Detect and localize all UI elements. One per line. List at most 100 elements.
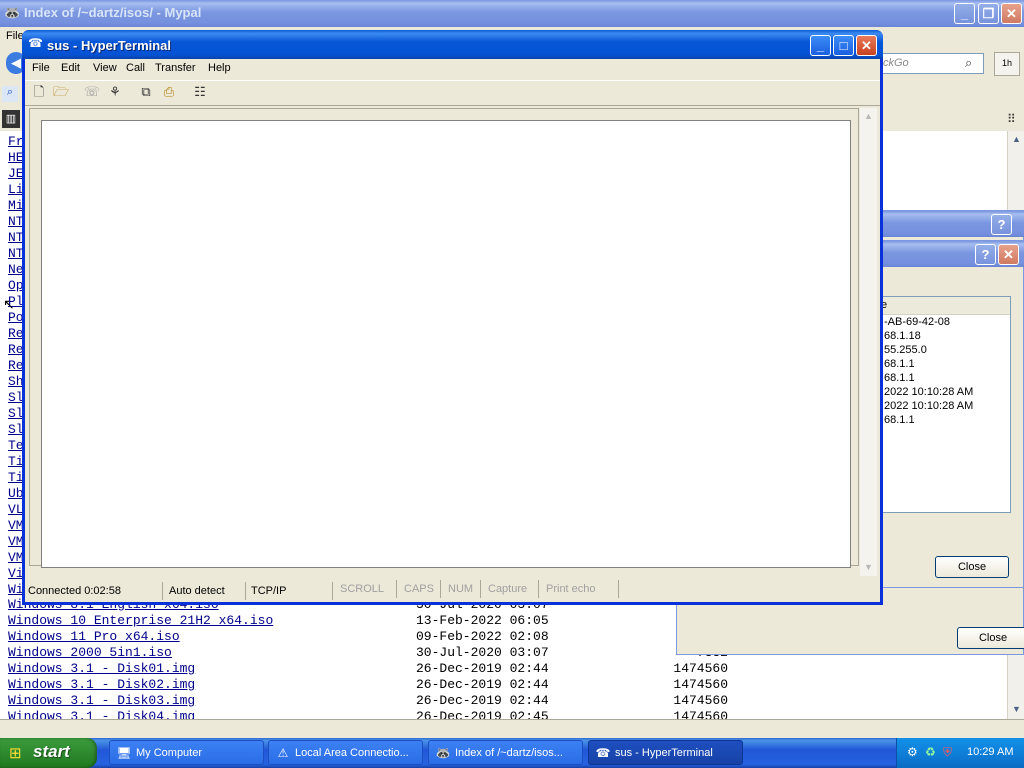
details-value[interactable]: 68.1.18 [884,330,921,342]
browser-statusbar [0,719,1024,739]
details-value[interactable]: 68.1.1 [884,358,915,370]
browser-close-button[interactable]: ✕ [1001,3,1022,24]
hyperterminal-app-icon: ☎ [28,36,43,50]
task-my-computer[interactable]: 🖥 My Computer [109,740,264,765]
menu-help[interactable]: Help [204,59,235,77]
browser-grid-icon[interactable]: ⠿ [1007,112,1016,126]
menu-file[interactable]: File [28,59,54,77]
scroll-up-arrow[interactable]: ▲ [1009,132,1024,147]
details-column-header[interactable]: e [880,297,1010,315]
details-value[interactable]: 68.1.1 [884,414,915,426]
file-date: 30-Jul-2020 03:07 [416,645,549,660]
windows-logo-icon: ⊞ [9,745,22,762]
tray-sync-icon[interactable]: ♻ [925,745,936,759]
details-value[interactable]: 2022 10:10:28 AM [884,386,973,398]
file-link[interactable]: Windows 3.1 - Disk02.img [8,677,195,693]
terminal-scrollbar[interactable]: ▲ ▼ [860,108,877,576]
task-browser-label: Index of /~dartz/isos... [455,747,563,759]
status-close-button[interactable]: Close [957,627,1024,649]
file-date: 26-Dec-2019 02:44 [416,677,549,692]
details-value[interactable]: 55.255.0 [884,344,927,356]
file-link[interactable]: Windows 2000 5in1.iso [8,645,172,661]
browser-maximize-button[interactable]: ❐ [978,3,999,24]
status-protocol: TCP/IP [248,582,333,600]
menu-call[interactable]: Call [122,59,149,77]
task-browser[interactable]: 🦝 Index of /~dartz/isos... [428,740,583,765]
task-hyperterminal-label: sus - HyperTerminal [615,747,713,759]
tray-network-icon[interactable]: ⚙ [907,745,918,759]
file-row: Windows 3.1 - Disk01.img 26-Dec-2019 02:4… [8,661,728,677]
status-capture: Capture [485,580,539,598]
menu-edit[interactable]: Edit [57,59,84,77]
details-value[interactable]: -AB-69-42-08 [884,316,950,328]
browser-search-input[interactable]: ckGo ⌕ [878,53,984,74]
start-button[interactable]: ⊞ start [0,738,97,768]
terminal-screen[interactable] [41,120,851,568]
browser-icon: 🦝 [435,746,451,760]
scroll-down-arrow[interactable]: ▼ [1009,702,1024,717]
hyperterminal-menubar: File Edit View Call Transfer Help [25,59,880,78]
hyperterminal-titlebar[interactable]: ☎ sus - HyperTerminal _ □ ✕ [22,30,883,59]
menu-view[interactable]: View [89,59,121,77]
send-icon[interactable]: ⧉ [137,83,155,101]
mouse-cursor: ↖ [3,296,15,312]
file-date: 26-Dec-2019 02:44 [416,693,549,708]
file-row: Windows 2000 5in1.iso30-Jul-2020 03:0773… [8,645,728,661]
browser-title: Index of /~dartz/isos/ - Mypal [24,5,202,20]
status-caps: CAPS [401,580,441,598]
file-date: 09-Feb-2022 02:08 [416,629,549,644]
network-icon: ⚠ [277,746,289,760]
terminal-scroll-up[interactable]: ▲ [860,108,877,125]
status-connected: Connected 0:02:58 [25,582,163,600]
receive-icon[interactable]: ⎙ [160,83,178,101]
details-help-button[interactable]: ? [975,244,996,265]
hyperterminal-minimize-button[interactable]: _ [810,35,831,56]
file-link[interactable]: Windows 3.1 - Disk03.img [8,693,195,709]
details-close-x-button[interactable]: ✕ [998,244,1019,265]
search-icon[interactable]: ⌕ [965,55,972,71]
status-help-button[interactable]: ? [991,214,1012,235]
system-tray: ⚙ ♻ ⛨ 10:29 AM [896,738,1024,768]
tray-clock: 10:29 AM [967,746,1014,758]
hyperterminal-window: ☎ sus - HyperTerminal _ □ ✕ File Edit Vi… [22,30,883,605]
hyperterminal-maximize-button[interactable]: □ [833,35,854,56]
hyperterminal-close-button[interactable]: ✕ [856,35,877,56]
menu-transfer[interactable]: Transfer [151,59,200,77]
file-link[interactable]: Windows 10 Enterprise 21H2 x64.iso [8,613,273,629]
file-row: Windows 3.1 - Disk02.img 26-Dec-2019 02:4… [8,677,728,693]
terminal-scroll-down[interactable]: ▼ [860,559,877,576]
browser-toolbar-icon[interactable]: ⌕ [2,86,18,102]
disconnect-icon[interactable]: ⚘ [106,83,124,101]
file-link[interactable]: Windows 11 Pro x64.iso [8,629,180,645]
status-detect: Auto detect [166,582,246,600]
file-size: 1474560 [673,661,728,676]
details-value[interactable]: 2022 10:10:28 AM [884,400,973,412]
task-local-area-connection[interactable]: ⚠ Local Area Connectio... [268,740,423,765]
properties-icon[interactable]: ☷ [191,83,209,101]
browser-minimize-button[interactable]: _ [954,3,975,24]
hyperterminal-title: sus - HyperTerminal [47,38,172,53]
tray-security-icon[interactable]: ⛨ [943,745,952,760]
file-size: 1474560 [673,677,728,692]
browser-extension-button[interactable]: 1h [994,52,1020,76]
file-date: 13-Feb-2022 06:05 [416,613,549,628]
file-row: Windows 3.1 - Disk03.img 26-Dec-2019 02:4… [8,693,728,709]
file-link[interactable]: Windows 3.1 - Disk01.img [8,661,195,677]
browser-bookmark-icon[interactable]: ▥ [2,110,20,128]
terminal-frame [29,108,859,568]
hyperterminal-icon: ☎ [595,746,611,760]
status-num: NUM [445,580,481,598]
start-label: start [33,742,70,761]
browser-titlebar[interactable]: 🦝 Index of /~dartz/isos/ - Mypal _ ❐ ✕ [0,0,1024,27]
details-close-button[interactable]: Close [935,556,1009,578]
status-scroll: SCROLL [337,580,397,598]
task-local-area-label: Local Area Connectio... [295,747,409,759]
details-value[interactable]: 68.1.1 [884,372,915,384]
file-date: 26-Dec-2019 02:44 [416,661,549,676]
connect-icon[interactable]: ☏ [83,83,101,101]
file-row: Windows 10 Enterprise 21H2 x64.iso 13-Feb… [8,613,728,629]
new-icon[interactable]: 🗋 [30,83,48,101]
open-icon[interactable]: 🗁 [52,83,70,101]
task-hyperterminal[interactable]: ☎ sus - HyperTerminal [588,740,743,765]
file-row: Windows 11 Pro x64.iso 09-Feb-2022 02:08 [8,629,728,645]
